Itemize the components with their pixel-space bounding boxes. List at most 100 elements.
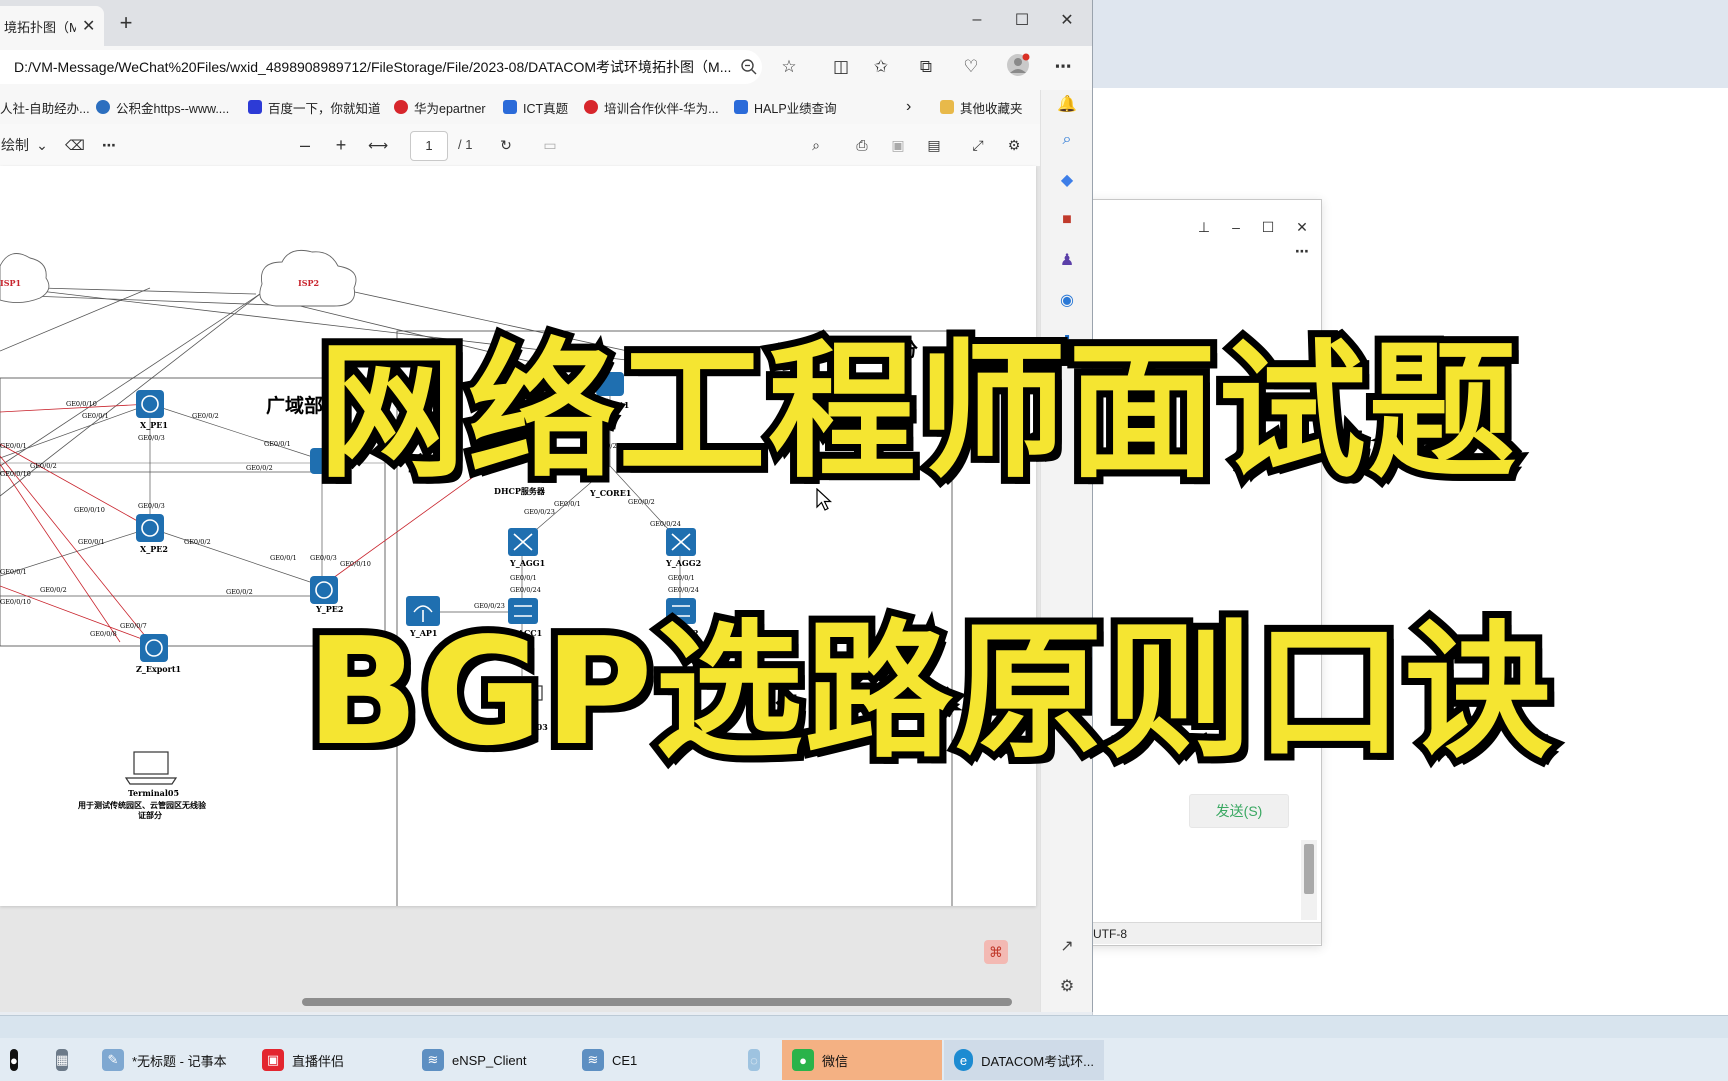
pin-icon[interactable]: ⊥	[1187, 212, 1221, 242]
taskbar-item-browser[interactable]: e DATACOM考试环...	[944, 1040, 1104, 1080]
split-screen-icon[interactable]: ◫	[828, 54, 854, 80]
page-view-icon[interactable]: ▭	[536, 124, 564, 166]
gear-icon[interactable]: ⚙	[1000, 124, 1028, 166]
more-icon[interactable]: ⋯	[1285, 236, 1319, 266]
browser-tab[interactable]: 境拓扑图（MPL ✕	[0, 6, 104, 46]
app-icon[interactable]: ▦	[46, 1040, 86, 1080]
gear-icon[interactable]: ⚙	[1053, 972, 1081, 1000]
send-button[interactable]: 发送(S)	[1189, 794, 1289, 828]
browser-titlebar: 境拓扑图（MPL ✕ + – ☐ ✕	[0, 0, 1092, 46]
ict-icon	[503, 100, 517, 114]
tools-briefcase-icon[interactable]: ■	[1053, 206, 1081, 234]
notepad-window: ⊥ – ☐ ✕ ⋯ 发送(S) UTF-8	[1058, 199, 1322, 946]
acrobat-pdf-icon[interactable]: ⌘	[984, 940, 1008, 964]
live-companion-icon: ▣	[262, 1049, 284, 1071]
games-icon[interactable]: ♟	[1053, 246, 1081, 274]
favorite-star-icon[interactable]: ☆	[776, 54, 802, 80]
bookmark-item[interactable]: 百度一下，你就知道	[248, 90, 381, 124]
chevron-down-icon[interactable]: ⌄	[32, 124, 52, 166]
taskbar-item-notepad[interactable]: ✎ *无标题 - 记事本	[92, 1040, 242, 1080]
bookmark-item[interactable]: 人社-自助经办...	[0, 90, 90, 124]
favorites-icon[interactable]: ✩	[868, 54, 894, 80]
maximize-icon[interactable]: ☐	[999, 0, 1045, 40]
more-options-icon[interactable]: ⋯	[96, 124, 122, 166]
baidu-paw-icon	[248, 100, 262, 114]
fullscreen-icon[interactable]: ⤢	[964, 124, 992, 166]
interface-label: GE0/0/1	[0, 442, 27, 450]
search-icon[interactable]: ⌕	[1053, 126, 1081, 154]
halp-icon	[734, 100, 748, 114]
save-icon[interactable]: ▣	[884, 124, 912, 166]
minimize-icon[interactable]: –	[954, 0, 1000, 40]
external-link-icon[interactable]: ↗	[1053, 932, 1081, 960]
browser-essentials-icon[interactable]: ♡	[958, 54, 984, 80]
bell-icon[interactable]: 🔔	[1053, 90, 1081, 118]
device-label: X_PE2	[140, 544, 168, 554]
overlay-title-line2: BGP选路原则口诀	[299, 605, 1560, 779]
pdf-page: ISP1 ISP2 广域部分 云管部分 X_PE1 X_PE2 Y_PE2 Z_…	[0, 166, 1036, 906]
qq-penguin-icon: ●	[10, 1049, 18, 1071]
tab-close-icon[interactable]: ✕	[82, 16, 95, 36]
isp1-label: ISP1	[0, 278, 21, 288]
bookmark-item[interactable]: ICT真题	[503, 90, 568, 124]
app-icon[interactable]: ◌	[738, 1040, 778, 1080]
save-as-icon[interactable]: ▤	[920, 124, 948, 166]
fit-width-icon[interactable]: ⟷	[364, 124, 392, 166]
device-label: X_PE1	[140, 420, 168, 430]
device-note: 用于测试传统园区、云管园区无线验	[77, 800, 207, 810]
interface-label: GE0/0/2	[628, 498, 655, 506]
device-label: Y_AGG1	[509, 558, 545, 568]
bookmark-item[interactable]: HALP业绩查询	[734, 90, 837, 124]
bookmark-favicon-icon	[96, 100, 110, 114]
background-window-header	[1093, 0, 1728, 89]
print-icon[interactable]: ⎙	[848, 124, 876, 166]
zoom-out-button[interactable]: –	[292, 124, 318, 166]
profile-avatar-icon[interactable]	[1005, 52, 1031, 78]
taskbar-item-ce1[interactable]: ≋ CE1	[572, 1040, 682, 1080]
settings-more-icon[interactable]: ⋯	[1050, 54, 1076, 80]
taskbar-item-ensp-client[interactable]: ≋ eNSP_Client	[412, 1040, 562, 1080]
minimize-icon[interactable]: –	[1219, 212, 1253, 242]
bookmark-item[interactable]: 华为epartner	[394, 90, 486, 124]
interface-label: GE0/0/10	[66, 400, 97, 408]
bookmarks-bar: 人社-自助经办... 公积金https--www.... 百度一下，你就知道 华…	[0, 90, 1092, 125]
horizontal-scrollbar[interactable]	[302, 998, 1012, 1006]
page-total: / 1	[458, 137, 473, 152]
address-field[interactable]: D:/VM-Message/WeChat%20Files/wxid_489890…	[0, 50, 762, 84]
search-icon[interactable]: ⌕	[802, 124, 830, 166]
encoding-label: UTF-8	[1093, 927, 1127, 941]
zoom-out-icon[interactable]	[736, 54, 762, 80]
interface-label: GE0/0/3	[310, 554, 337, 562]
notepad-scrollbar[interactable]	[1301, 840, 1317, 920]
device-label: Z_Export1	[136, 664, 181, 674]
taskbar-item-live-companion[interactable]: ▣ 直播伴侣	[252, 1040, 392, 1080]
zoom-in-button[interactable]: +	[328, 124, 354, 166]
page-number-input[interactable]: 1	[410, 131, 448, 161]
shopping-tag-icon[interactable]: ◆	[1053, 166, 1081, 194]
eraser-icon[interactable]: ⌫	[62, 124, 88, 166]
browser-window: 境拓扑图（MPL ✕ + – ☐ ✕ D:/VM-Message/WeChat%…	[0, 0, 1093, 1012]
notepad-icon: ✎	[102, 1049, 124, 1071]
address-bar-row: D:/VM-Message/WeChat%20Files/wxid_489890…	[0, 46, 1092, 90]
qq-icon[interactable]: ●	[0, 1040, 32, 1080]
collections-icon[interactable]: ⧉	[913, 54, 939, 80]
pdf-viewport[interactable]: ISP1 ISP2 广域部分 云管部分 X_PE1 X_PE2 Y_PE2 Z_…	[0, 166, 1040, 1012]
scroll-thumb[interactable]	[1304, 844, 1314, 894]
interface-label: GE0/0/10	[0, 470, 31, 478]
chevron-right-icon[interactable]: ›	[906, 90, 911, 124]
bookmark-item[interactable]: 培训合作伙伴-华为...	[584, 90, 719, 124]
interface-label: GE0/0/10	[74, 506, 105, 514]
bookmark-item[interactable]: 公积金https--www....	[96, 90, 229, 124]
draw-button[interactable]: 绘制	[0, 124, 30, 166]
maximize-icon[interactable]: ☐	[1251, 212, 1285, 242]
office-icon[interactable]: ◉	[1053, 286, 1081, 314]
close-icon[interactable]: ✕	[1044, 0, 1090, 40]
sidebar: 🔔 ⌕ ◆ ■ ♟ ◉ ▪ ↗ ⚙	[1040, 90, 1092, 1012]
rotate-icon[interactable]: ↻	[492, 124, 520, 166]
interface-label: GE0/0/24	[668, 586, 699, 594]
taskbar-item-wechat[interactable]: ● 微信	[782, 1040, 942, 1080]
new-tab-button[interactable]: +	[112, 9, 140, 37]
tab-title: 境拓扑图（MPL	[4, 19, 76, 35]
wechat-icon: ●	[792, 1049, 814, 1071]
other-favorites-folder[interactable]: 其他收藏夹	[940, 90, 1023, 124]
